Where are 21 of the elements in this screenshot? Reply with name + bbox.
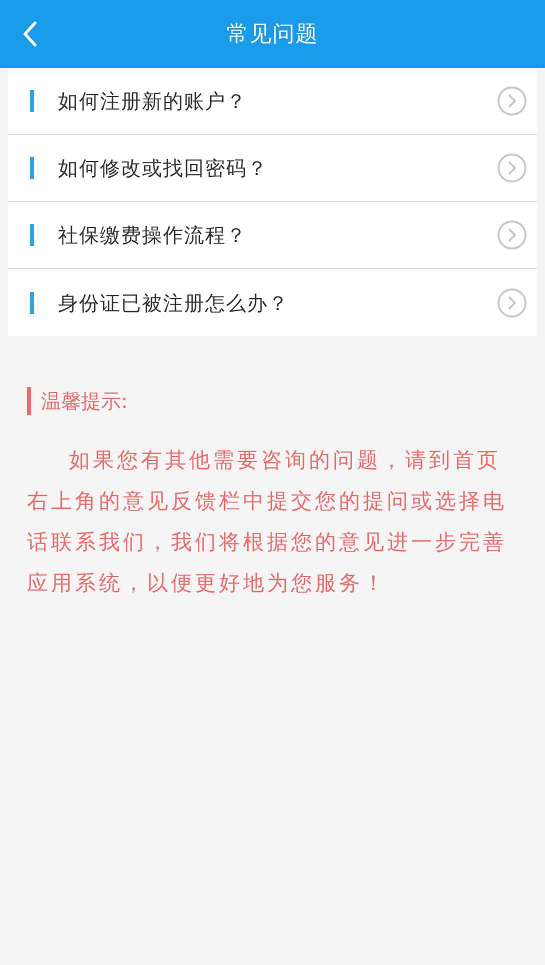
question-item[interactable]: 如何修改或找回密码？ [8, 135, 537, 202]
question-item[interactable]: 社保缴费操作流程？ [8, 202, 537, 269]
accent-bar [30, 292, 34, 314]
chevron-circle-icon [497, 288, 527, 318]
tip-title: 温馨提示: [41, 388, 128, 415]
accent-bar [30, 224, 34, 246]
back-icon [22, 21, 38, 47]
accent-bar [30, 90, 34, 112]
accent-bar [27, 387, 31, 415]
chevron-circle-icon [497, 86, 527, 116]
question-text: 如何注册新的账户？ [58, 88, 248, 115]
question-text: 社保缴费操作流程？ [58, 222, 248, 249]
accent-bar [30, 157, 34, 179]
tip-text: 如果您有其他需要咨询的问题，请到首页右上角的意见反馈栏中提交您的提问或选择电话联系我们，我们将根据您的意见进一步完善应用系统，以便更好地为您服务！ [27, 447, 508, 597]
question-text: 如何修改或找回密码？ [58, 155, 269, 182]
chevron-circle-icon [497, 220, 527, 250]
question-item[interactable]: 身份证已被注册怎么办？ [8, 269, 537, 336]
question-text: 身份证已被注册怎么办？ [58, 290, 290, 316]
page-title: 常见问题 [226, 20, 318, 48]
question-item[interactable]: 如何注册新的账户？ [8, 68, 537, 135]
chevron-circle-icon [497, 153, 527, 183]
